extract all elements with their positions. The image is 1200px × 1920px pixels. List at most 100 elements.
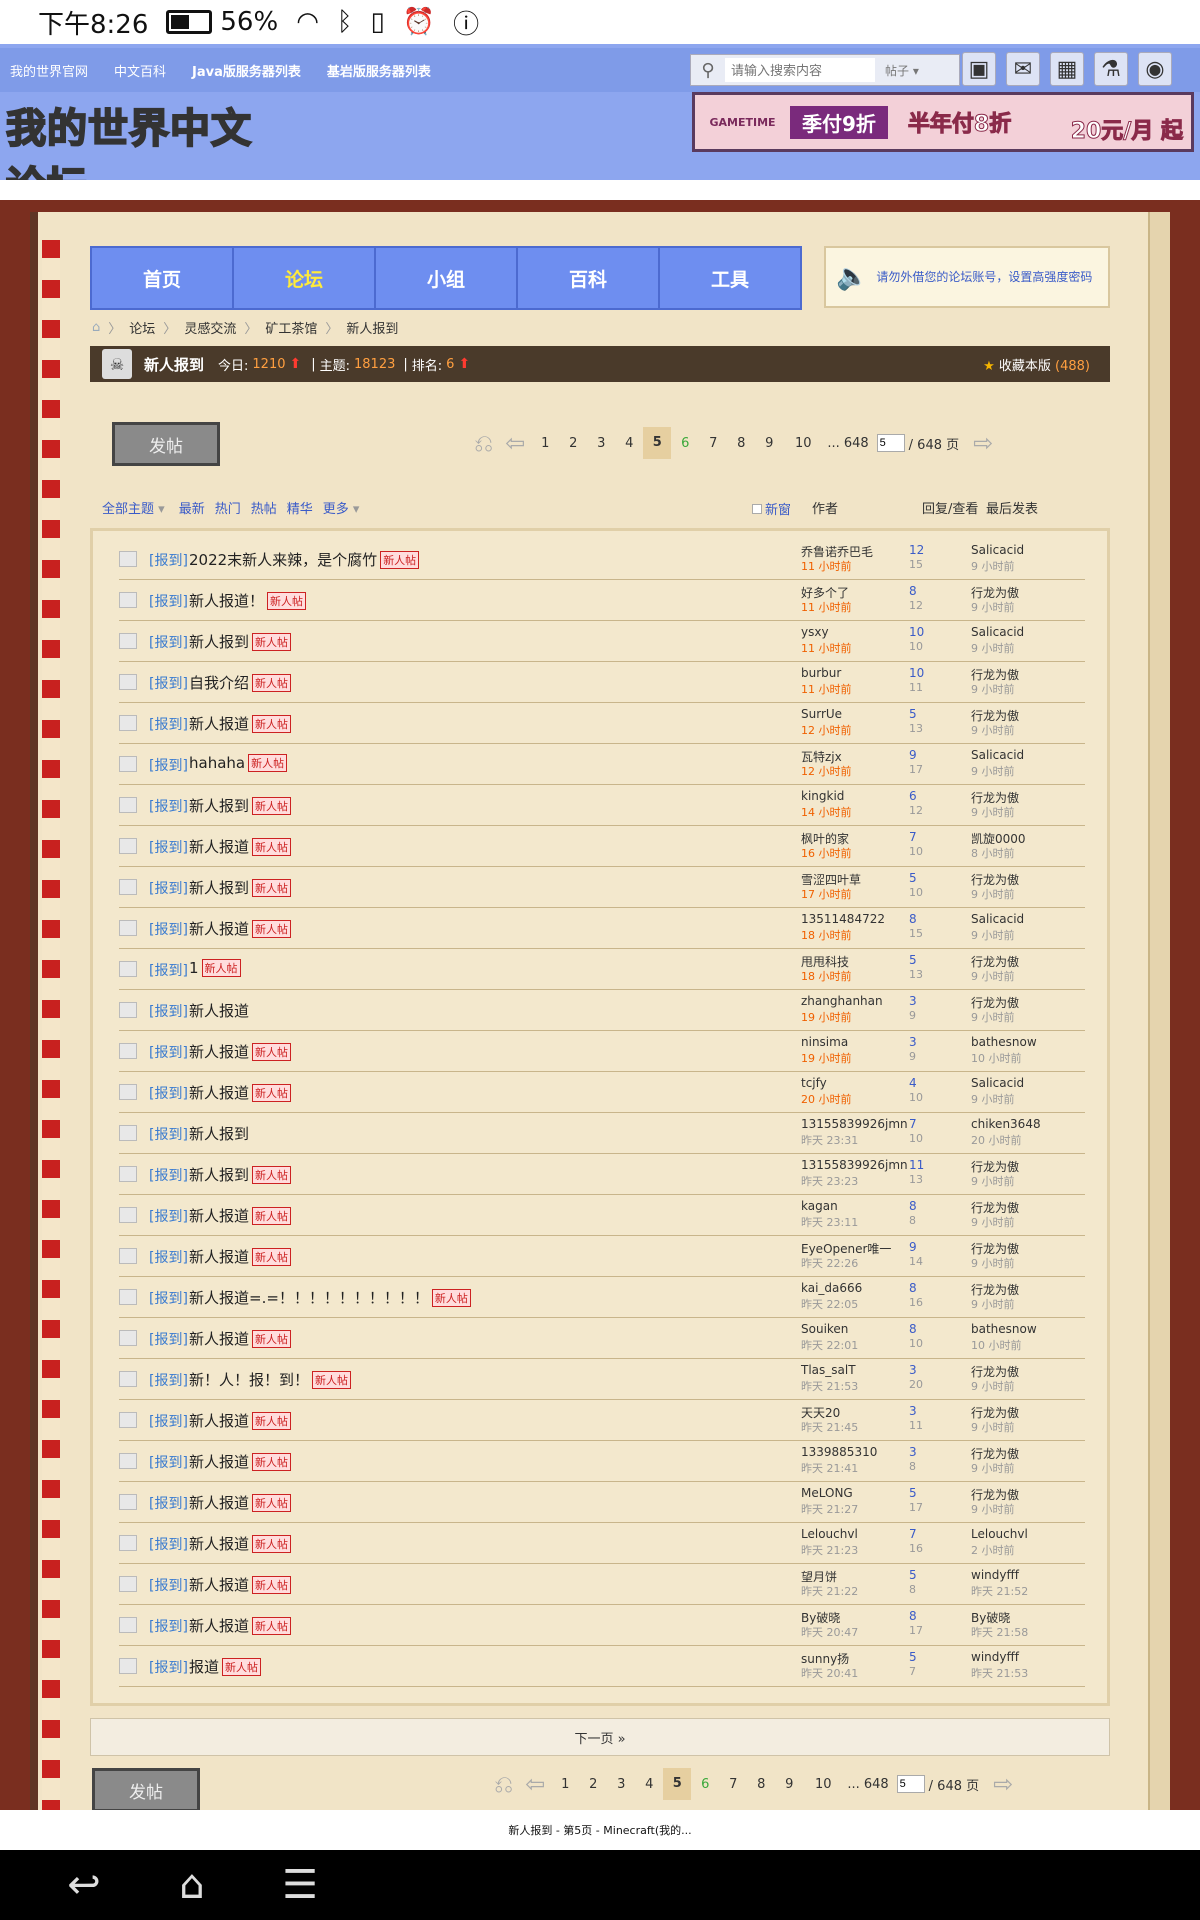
last-post-time[interactable]: 9 小时前 bbox=[971, 1214, 1015, 1230]
thread-tag[interactable]: [报到] bbox=[149, 1042, 188, 1062]
home-nav-icon[interactable]: ⌂ bbox=[138, 1862, 246, 1908]
page-jump-input[interactable] bbox=[896, 1775, 925, 1793]
thread-title[interactable]: 新人报道=.=！！！！！！！！！！ 新人帖 bbox=[189, 1287, 471, 1308]
last-post-time[interactable]: 9 小时前 bbox=[971, 1173, 1015, 1189]
thread-title[interactable]: 新人报到 新人帖 bbox=[189, 877, 292, 898]
thread-title[interactable]: 新人报道 新人帖 bbox=[189, 1492, 292, 1513]
last-post-time[interactable]: 10 小时前 bbox=[971, 1337, 1022, 1353]
thread-row[interactable]: [报到] 新人报道 新人帖 ninsima 19 小时前 3 9 bathesnow 10 小时… bbox=[119, 1031, 1085, 1072]
new-post-button-bottom[interactable]: 发帖 bbox=[92, 1768, 200, 1812]
last-poster[interactable]: bathesnow bbox=[971, 1322, 1037, 1336]
thread-row[interactable]: [报到] 新人报道 新人帖 天天20 昨天 21:45 3 11 行龙为傲 9 小时前 bbox=[119, 1400, 1085, 1441]
thread-tag[interactable]: [报到] bbox=[149, 714, 188, 734]
last-post-time[interactable]: 2 小时前 bbox=[971, 1542, 1015, 1558]
thread-replies[interactable]: 3 bbox=[909, 1363, 917, 1377]
thread-row[interactable]: [报到] 新人报到 新人帖 雪涩四叶草 17 小时前 5 10 行龙为傲 9 小时前 bbox=[119, 867, 1085, 908]
thread-tag[interactable]: [报到] bbox=[149, 1288, 188, 1308]
nav-home[interactable]: 首页 bbox=[92, 248, 234, 308]
filter-popular[interactable]: 热帖 bbox=[251, 498, 277, 517]
search-scope-select[interactable]: 帖子 ▾ bbox=[885, 62, 919, 79]
search-input[interactable] bbox=[725, 58, 875, 82]
thread-replies[interactable]: 3 bbox=[909, 1404, 917, 1418]
nav-wiki[interactable]: 百科 bbox=[518, 248, 660, 308]
thread-row[interactable]: [报到] 新人报道=.=！！！！！！！！！！ 新人帖 kai_da666 昨天 22:0… bbox=[119, 1277, 1085, 1318]
thread-replies[interactable]: 5 bbox=[909, 953, 917, 967]
page-link-last[interactable]: ... 648 bbox=[827, 436, 868, 451]
thread-tag[interactable]: [报到] bbox=[149, 550, 188, 570]
thread-tag[interactable]: [报到] bbox=[149, 591, 188, 611]
last-post-time[interactable]: 9 小时前 bbox=[971, 927, 1015, 943]
last-poster[interactable]: chiken3648 bbox=[971, 1117, 1041, 1131]
thread-tag[interactable]: [报到] bbox=[149, 878, 188, 898]
page-link[interactable]: 9 bbox=[775, 1777, 803, 1792]
thread-tag[interactable]: [报到] bbox=[149, 1575, 188, 1595]
page-link[interactable]: 9 bbox=[755, 436, 783, 451]
last-post-time[interactable]: 20 小时前 bbox=[971, 1132, 1022, 1148]
thread-replies[interactable]: 7 bbox=[909, 1117, 917, 1131]
thread-replies[interactable]: 5 bbox=[909, 1486, 917, 1500]
thread-tag[interactable]: [报到] bbox=[149, 796, 188, 816]
last-post-time[interactable]: 9 小时前 bbox=[971, 1091, 1015, 1107]
next-page-arrow[interactable]: ⇨ bbox=[993, 1770, 1013, 1798]
topnav-link-official[interactable]: 我的世界官网 bbox=[10, 61, 88, 80]
thread-replies[interactable]: 3 bbox=[909, 1445, 917, 1459]
thread-tag[interactable]: [报到] bbox=[149, 1493, 188, 1513]
thread-row[interactable]: [报到] 新人报道 新人帖 By破晓 昨天 20:47 8 17 By破晓 昨天 21:58 bbox=[119, 1605, 1085, 1646]
thread-row[interactable]: [报到] hahaha 新人帖 瓦特zjx 12 小时前 9 17 Salicacid 9 小时… bbox=[119, 744, 1085, 785]
thread-row[interactable]: [报到] 新人报道 新人帖 枫叶的家 16 小时前 7 10 凯旋0000 8 小时前 bbox=[119, 826, 1085, 867]
filter-latest[interactable]: 最新 bbox=[179, 498, 205, 517]
thread-tag[interactable]: [报到] bbox=[149, 1247, 188, 1267]
thread-title[interactable]: 新人报到 新人帖 bbox=[189, 795, 292, 816]
page-link[interactable]: 3 bbox=[607, 1777, 635, 1792]
last-poster[interactable]: bathesnow bbox=[971, 1035, 1037, 1049]
nav-tools[interactable]: 工具 bbox=[660, 248, 800, 308]
page-link[interactable]: 6 bbox=[691, 1777, 719, 1792]
thread-author[interactable]: 13511484722 bbox=[801, 912, 885, 926]
thread-row[interactable]: [报到] 新人报道 新人帖 Souiken 昨天 22:01 8 10 bathesnow 10… bbox=[119, 1318, 1085, 1359]
thread-author[interactable]: Souiken bbox=[801, 1322, 848, 1336]
page-link-last[interactable]: ... 648 bbox=[847, 1777, 888, 1792]
thread-row[interactable]: [报到] 新人报道 新人帖 Lelouchvl 昨天 21:23 7 16 Lelouchvl… bbox=[119, 1523, 1085, 1564]
last-post-time[interactable]: 9 小时前 bbox=[971, 1296, 1015, 1312]
last-post-time[interactable]: 9 小时前 bbox=[971, 1419, 1015, 1435]
thread-author[interactable]: burbur bbox=[801, 666, 841, 680]
thread-row[interactable]: [报到] 新人报道！ 新人帖 好多个了 11 小时前 8 12 行龙为傲 9 小时前 bbox=[119, 580, 1085, 621]
topnav-link-java-servers[interactable]: Java版服务器列表 bbox=[192, 61, 301, 80]
page-link[interactable]: 2 bbox=[559, 436, 587, 451]
filter-more[interactable]: 更多 ▾ bbox=[323, 498, 360, 517]
mail-icon[interactable]: ✉ bbox=[1006, 52, 1040, 86]
thread-tag[interactable]: [报到] bbox=[149, 673, 188, 693]
thread-replies[interactable]: 5 bbox=[909, 1568, 917, 1582]
thread-title[interactable]: 1 新人帖 bbox=[189, 959, 241, 977]
last-poster[interactable]: Lelouchvl bbox=[971, 1527, 1028, 1541]
last-post-time[interactable]: 9 小时前 bbox=[971, 722, 1015, 738]
notice-text[interactable]: 请勿外借您的论坛账号，设置高强度密码 bbox=[876, 269, 1092, 285]
thread-title[interactable]: 新人报到 bbox=[189, 1123, 249, 1144]
thread-author[interactable]: Tlas_salT bbox=[801, 1363, 856, 1377]
block-icon[interactable]: ▣ bbox=[962, 52, 996, 86]
thread-tag[interactable]: [报到] bbox=[149, 632, 188, 652]
thread-row[interactable]: [报到] 新人报道 zhanghanhan 19 小时前 3 9 行龙为傲 9 小时前 bbox=[119, 990, 1085, 1031]
thread-replies[interactable]: 8 bbox=[909, 1322, 917, 1336]
crafting-table-icon[interactable]: ▦ bbox=[1050, 52, 1084, 86]
last-post-time[interactable]: 昨天 21:53 bbox=[971, 1665, 1028, 1681]
last-poster[interactable]: windyfff bbox=[971, 1650, 1019, 1664]
back-icon[interactable]: ↩ bbox=[30, 1862, 138, 1908]
nav-groups[interactable]: 小组 bbox=[376, 248, 518, 308]
thread-title[interactable]: 报道 新人帖 bbox=[189, 1656, 262, 1677]
site-logo[interactable]: 我的世界中文论坛 bbox=[5, 96, 286, 211]
return-icon[interactable]: ⎌ bbox=[474, 429, 493, 457]
thread-author[interactable]: tcjfy bbox=[801, 1076, 827, 1090]
thread-replies[interactable]: 4 bbox=[909, 1076, 917, 1090]
next-page-arrow[interactable]: ⇨ bbox=[973, 429, 993, 457]
ad-banner[interactable]: GAMETIME 季付9折 半年付8折 20元/月 起 bbox=[692, 92, 1194, 152]
thread-row[interactable]: [报到] 新人报道 新人帖 1339885310 昨天 21:41 3 8 行龙为傲 9 小时前 bbox=[119, 1441, 1085, 1482]
thread-tag[interactable]: [报到] bbox=[149, 1124, 188, 1144]
page-link[interactable]: 10 bbox=[789, 436, 817, 451]
thread-title[interactable]: 新人报到 新人帖 bbox=[189, 631, 292, 652]
filter-hot[interactable]: 热门 bbox=[215, 498, 241, 517]
thread-author[interactable]: 1339885310 bbox=[801, 1445, 877, 1459]
thread-title[interactable]: 新人报道 新人帖 bbox=[189, 1410, 292, 1431]
topnav-link-wiki[interactable]: 中文百科 bbox=[114, 61, 166, 80]
thread-replies[interactable]: 8 bbox=[909, 1199, 917, 1213]
